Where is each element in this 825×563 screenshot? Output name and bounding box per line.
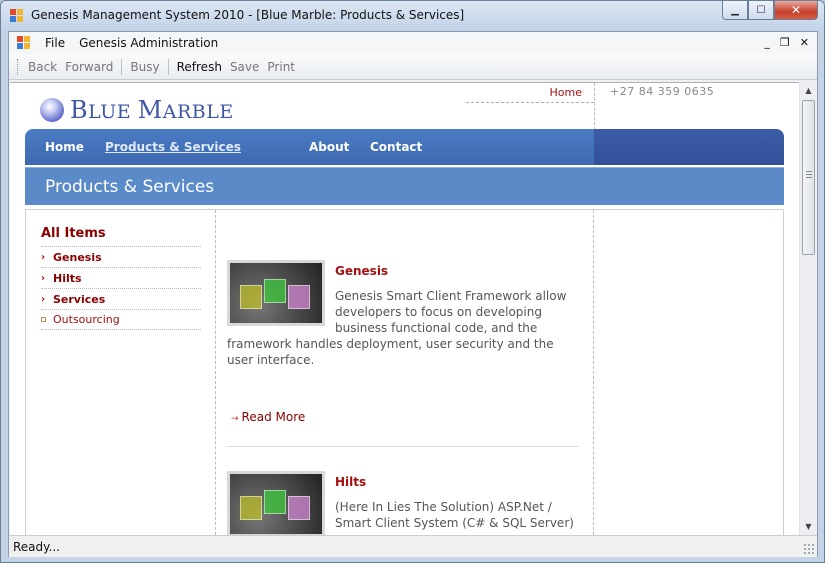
title-bar[interactable]: Genesis Management System 2010 - [Blue M… xyxy=(1,1,824,31)
product-description: (Here In Lies The Solution) ASP.Net / Sm… xyxy=(335,500,574,530)
page-banner: Products & Services xyxy=(25,167,784,205)
product-genesis: Genesis Genesis Smart Client Framework a… xyxy=(227,260,581,424)
product-divider xyxy=(227,446,579,447)
scroll-up-icon[interactable]: ▲ xyxy=(800,82,817,99)
read-more-link[interactable]: Read More xyxy=(231,410,306,424)
scroll-thumb[interactable] xyxy=(802,100,815,255)
sidebar-item-outsourcing[interactable]: Outsourcing xyxy=(41,309,201,330)
mdi-minimize-button[interactable]: _ xyxy=(764,36,770,49)
resize-grip-icon[interactable] xyxy=(803,543,815,555)
sidebar: All Items › Genesis › Hilts › Services O… xyxy=(26,210,216,535)
browser-viewport[interactable]: BLUE MARBLE Home +27 84 359 0635 Home Pr… xyxy=(10,82,799,535)
nav-about[interactable]: About xyxy=(309,140,349,154)
product-description: Genesis Smart Client Framework allow dev… xyxy=(227,289,567,367)
phone-number: +27 84 359 0635 xyxy=(610,85,715,98)
chevron-right-icon: › xyxy=(41,251,46,263)
status-bar: Ready... xyxy=(9,535,817,557)
mdi-close-button[interactable]: ✕ xyxy=(800,36,809,49)
nav-contact[interactable]: Contact xyxy=(370,140,422,154)
top-home-link[interactable]: Home xyxy=(550,86,582,99)
back-button[interactable]: Back xyxy=(24,60,61,74)
menu-genesis-administration[interactable]: Genesis Administration xyxy=(79,36,218,50)
marble-logo-icon xyxy=(40,98,64,122)
nav-home[interactable]: Home xyxy=(45,140,84,154)
app-window: Genesis Management System 2010 - [Blue M… xyxy=(0,0,825,563)
page-title: Products & Services xyxy=(45,177,215,197)
main-nav: Home Products & Services About Contact xyxy=(25,129,784,165)
maximize-button[interactable]: ☐ xyxy=(748,1,774,20)
product-title[interactable]: Genesis xyxy=(335,264,388,278)
window-title: Genesis Management System 2010 - [Blue M… xyxy=(31,8,465,22)
forward-button[interactable]: Forward xyxy=(61,60,117,74)
print-button[interactable]: Print xyxy=(263,60,299,74)
product-hilts: Hilts (Here In Lies The Solution) ASP.Ne… xyxy=(227,471,581,535)
toolbar-separator xyxy=(167,58,169,75)
toolbar-separator xyxy=(121,58,123,75)
app-icon[interactable] xyxy=(10,9,24,23)
refresh-button[interactable]: Refresh xyxy=(173,60,226,74)
menu-file[interactable]: File xyxy=(45,36,65,50)
sidebar-item-services[interactable]: › Services xyxy=(41,288,201,309)
top-links: Home xyxy=(466,83,594,103)
sidebar-list: › Genesis › Hilts › Services Outsourcing xyxy=(41,246,201,330)
maximize-icon: ☐ xyxy=(756,4,766,16)
header-divider xyxy=(594,83,595,130)
content-area: All Items › Genesis › Hilts › Services O… xyxy=(25,209,784,535)
sidebar-item-hilts[interactable]: › Hilts xyxy=(41,267,201,288)
toolbar-grip[interactable] xyxy=(17,58,20,75)
save-button[interactable]: Save xyxy=(226,60,263,74)
menu-bar: File Genesis Administration _ ❐ ✕ xyxy=(9,32,817,54)
chevron-right-icon: › xyxy=(41,293,46,305)
close-button[interactable]: ✕ xyxy=(774,1,818,20)
square-bullet-icon xyxy=(41,317,53,322)
close-icon: ✕ xyxy=(790,3,802,17)
mdi-controls: _ ❐ ✕ xyxy=(764,36,809,49)
minimize-button[interactable]: ▁ xyxy=(722,1,748,20)
sidebar-title: All Items xyxy=(41,226,106,241)
vertical-scrollbar[interactable]: ▲ ▼ xyxy=(799,82,816,535)
chevron-right-icon: › xyxy=(41,272,46,284)
client-area: File Genesis Administration _ ❐ ✕ Back F… xyxy=(8,31,818,557)
app-menu-icon[interactable] xyxy=(17,36,31,50)
sidebar-item-genesis[interactable]: › Genesis xyxy=(41,246,201,267)
product-title[interactable]: Hilts xyxy=(335,475,366,489)
nav-products-services[interactable]: Products & Services xyxy=(105,140,241,154)
window-controls: ▁ ☐ ✕ xyxy=(722,1,818,21)
product-list: Genesis Genesis Smart Client Framework a… xyxy=(216,210,594,535)
status-text: Ready... xyxy=(13,539,60,554)
mdi-restore-button[interactable]: ❐ xyxy=(780,36,790,49)
scroll-down-icon[interactable]: ▼ xyxy=(800,518,817,535)
minimize-icon: ▁ xyxy=(731,4,739,16)
site-logo[interactable]: BLUE MARBLE xyxy=(40,95,234,125)
nav-right-block xyxy=(594,129,784,165)
busy-indicator: Busy xyxy=(130,59,160,74)
toolbar: Back Forward Busy Refresh Save Print xyxy=(9,54,817,80)
logo-text: BLUE MARBLE xyxy=(70,96,234,124)
